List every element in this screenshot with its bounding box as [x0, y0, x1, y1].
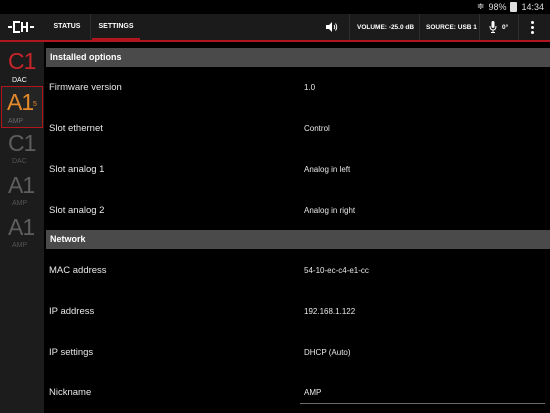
- setting-row-firmware-version: Firmware version 1.0: [44, 67, 550, 108]
- source-readout[interactable]: SOURCE: USB 1: [426, 14, 477, 41]
- more-options-icon[interactable]: [529, 21, 535, 35]
- slot-code: A1: [8, 172, 35, 198]
- setting-value[interactable]: Analog in left: [304, 149, 350, 190]
- setting-row-slot-ethernet[interactable]: Slot ethernet Control: [44, 108, 550, 149]
- slot-code: A1: [7, 89, 34, 115]
- tab-divider: [90, 14, 91, 40]
- toolbar-divider: [349, 14, 350, 40]
- setting-label: Slot ethernet: [49, 123, 103, 134]
- toolbar-divider: [518, 14, 519, 40]
- system-status-bar: ≑ 98% 14:34: [0, 0, 550, 14]
- setting-row-nickname[interactable]: Nickname AMP: [44, 372, 550, 413]
- setting-row-slot-analog-2[interactable]: Slot analog 2 Analog in right: [44, 190, 550, 231]
- slot-sidebar: C1 DAC A1 5 AMP C1 DAC A1 AMP A1 AMP: [0, 42, 44, 413]
- brand-logo: [8, 21, 34, 33]
- slot-type: DAC: [12, 77, 27, 84]
- slot-c1-dac[interactable]: C1 DAC: [0, 42, 44, 86]
- setting-label: IP address: [49, 306, 95, 317]
- section-title: Installed options: [50, 52, 122, 62]
- slot-number: 5: [33, 101, 37, 108]
- setting-value[interactable]: DHCP (Auto): [304, 332, 351, 373]
- input-underline: [300, 403, 545, 404]
- speaker-icon[interactable]: [326, 22, 338, 32]
- battery-percent: 98%: [488, 1, 507, 12]
- setting-value: 54-10-ec-c4-e1-cc: [304, 266, 369, 275]
- setting-value: 1.0: [304, 83, 316, 92]
- angle-readout[interactable]: 0°: [502, 14, 508, 41]
- volume-readout[interactable]: VOLUME: -25.0 dB: [357, 14, 414, 41]
- section-title: Network: [50, 234, 86, 244]
- setting-label: IP settings: [49, 347, 94, 358]
- slot-code: C1: [8, 48, 36, 74]
- battery-icon: [510, 1, 518, 12]
- setting-row-ip-address: IP address 192.168.1.122: [44, 291, 550, 332]
- setting-label: Slot analog 1: [49, 164, 105, 175]
- setting-row-slot-analog-1[interactable]: Slot analog 1 Analog in left: [44, 149, 550, 190]
- slot-type: AMP: [12, 242, 28, 249]
- setting-value[interactable]: Control: [304, 108, 330, 149]
- microphone-icon[interactable]: [489, 21, 497, 33]
- slot-c1-dac-inactive[interactable]: C1 DAC: [0, 132, 44, 172]
- nickname-input[interactable]: AMP: [304, 372, 321, 413]
- slot-type: AMP: [8, 118, 24, 125]
- settings-panel: Installed options Firmware version 1.0 S…: [44, 42, 550, 413]
- setting-label: Firmware version: [49, 82, 122, 93]
- setting-row-mac-address: MAC address 54-10-ec-c4-e1-cc: [44, 250, 550, 291]
- setting-label: Slot analog 2: [49, 205, 105, 216]
- slot-a1-amp-inactive[interactable]: A1 AMP: [0, 214, 44, 254]
- slot-code: C1: [8, 130, 36, 156]
- slot-type: DAC: [12, 158, 27, 165]
- setting-row-ip-settings[interactable]: IP settings DHCP (Auto): [44, 332, 550, 373]
- slot-type: AMP: [12, 200, 28, 207]
- section-header-installed-options: Installed options: [46, 48, 550, 67]
- setting-label: MAC address: [49, 265, 107, 276]
- setting-label: Nickname: [49, 387, 92, 398]
- tab-settings[interactable]: SETTINGS: [92, 14, 140, 41]
- toolbar-divider: [479, 14, 480, 40]
- section-header-network: Network: [46, 230, 550, 249]
- app-bar: STATUS SETTINGS VOLUME: -25.0 dB SOURCE:…: [0, 14, 550, 42]
- slot-a1-amp-inactive[interactable]: A1 AMP: [0, 172, 44, 212]
- setting-value[interactable]: Analog in right: [304, 190, 355, 231]
- toolbar-divider: [419, 14, 420, 40]
- setting-value: 192.168.1.122: [304, 307, 356, 316]
- tab-status[interactable]: STATUS: [46, 14, 88, 40]
- wifi-icon: ≑: [476, 1, 485, 11]
- system-status-right: ≑ 98% 14:34: [477, 1, 544, 12]
- slot-a1-amp-selected[interactable]: A1 5 AMP: [1, 86, 43, 128]
- clock: 14:34: [521, 1, 544, 12]
- slot-code: A1: [8, 214, 35, 240]
